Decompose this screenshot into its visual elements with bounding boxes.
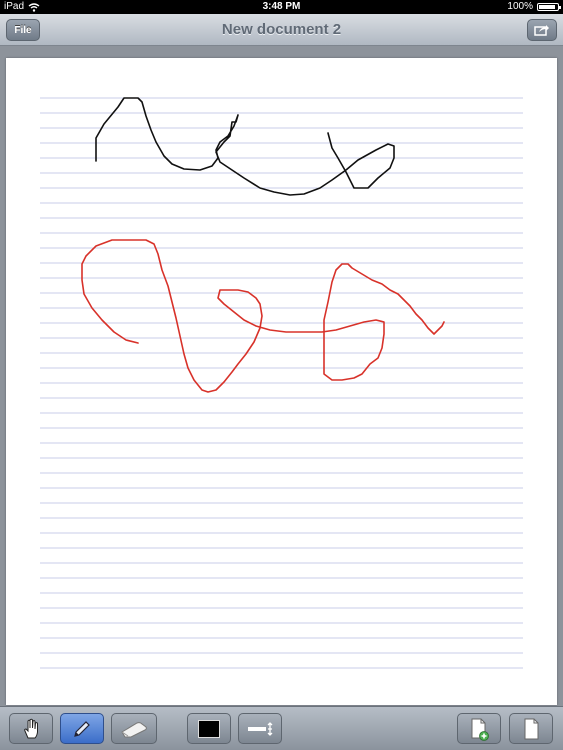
new-page-icon: [471, 718, 489, 741]
status-time: 3:48 PM: [262, 1, 301, 12]
pen-tool-button[interactable]: [60, 713, 104, 744]
page-button[interactable]: [509, 713, 553, 744]
paper-svg: [6, 58, 557, 705]
hand-tool-button[interactable]: [9, 713, 53, 744]
hand-icon: [24, 718, 38, 738]
nav-bar: File New document 2: [0, 14, 563, 46]
share-icon: [534, 25, 549, 36]
battery-fill: [539, 5, 555, 9]
share-button[interactable]: [527, 19, 557, 41]
color-swatch: [198, 719, 220, 738]
pen-icon: [74, 720, 90, 737]
line-width-icon: [248, 721, 273, 736]
eraser-tool-button[interactable]: [111, 713, 157, 744]
eraser-icon: [121, 721, 147, 737]
document-title: New document 2: [221, 21, 342, 38]
battery-text: 100%: [507, 1, 533, 12]
battery-icon: [537, 3, 561, 11]
page-icon: [524, 718, 539, 739]
bottom-toolbar: [0, 706, 563, 750]
line-width-button[interactable]: [238, 713, 282, 744]
status-right: 100%: [507, 0, 561, 14]
color-button[interactable]: [187, 713, 231, 744]
drawing-canvas[interactable]: [6, 58, 557, 705]
status-bar: iPad 3:48 PM 100%: [0, 0, 563, 14]
new-page-button[interactable]: [457, 713, 501, 744]
